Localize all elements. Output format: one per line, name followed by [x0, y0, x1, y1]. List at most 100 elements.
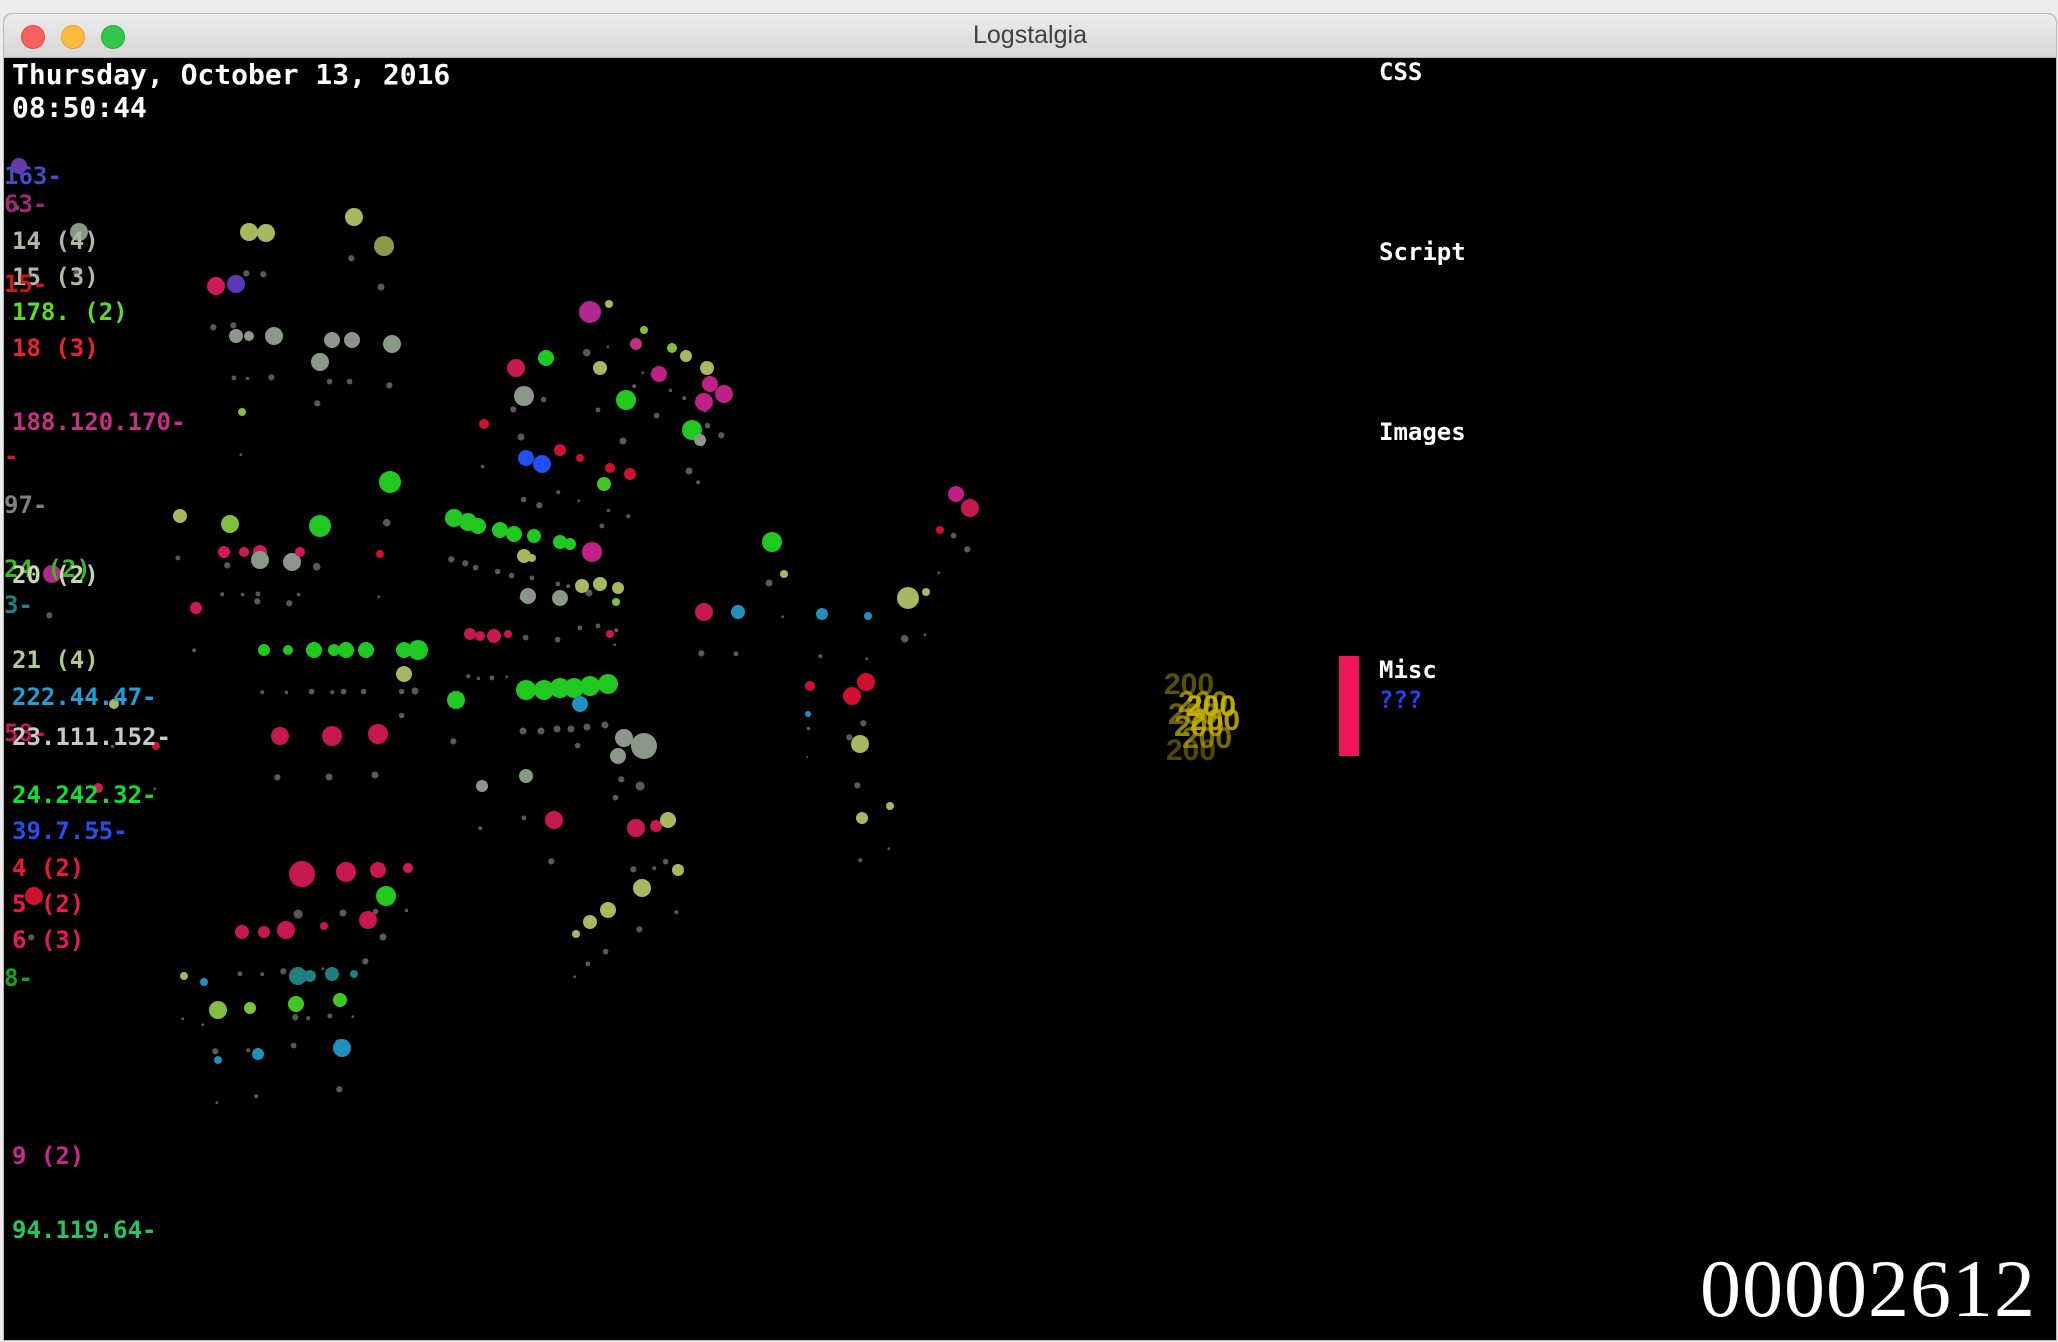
- request-ball-highlight: [377, 595, 381, 599]
- request-ball: [514, 386, 534, 406]
- request-ball-highlight: [696, 480, 701, 485]
- request-ball: [239, 547, 249, 557]
- request-ball: [700, 361, 714, 375]
- request-ball-highlight: [398, 712, 405, 719]
- request-ball-highlight: [698, 650, 705, 657]
- request-ball: [324, 332, 340, 348]
- request-ball: [948, 486, 964, 502]
- request-ball: [554, 444, 566, 456]
- request-ball: [630, 338, 642, 350]
- request-ball-highlight: [268, 374, 275, 381]
- request-ball: [922, 588, 930, 596]
- request-ball-highlight: [668, 388, 673, 393]
- request-ball-highlight: [411, 687, 419, 695]
- visualization-canvas[interactable]: Thursday, October 13, 2016 08:50:44 163-…: [4, 58, 2056, 1340]
- request-ball-highlight: [240, 592, 245, 597]
- request-ball-highlight: [312, 562, 321, 571]
- request-ball: [695, 603, 713, 621]
- request-ball-highlight: [254, 1094, 259, 1099]
- request-ball-highlight: [351, 1015, 355, 1019]
- request-ball-highlight: [290, 1042, 297, 1049]
- request-balls-layer: [11, 158, 979, 1105]
- host-label: -: [4, 442, 19, 470]
- host-label: 8-: [4, 964, 33, 992]
- request-ball-highlight: [371, 771, 379, 779]
- request-ball: [519, 769, 533, 783]
- host-label: 94.119.64-: [12, 1216, 157, 1244]
- request-ball: [856, 812, 868, 824]
- request-ball-highlight: [466, 674, 471, 679]
- request-ball-highlight: [632, 384, 637, 389]
- host-label: 24.242.32-: [12, 781, 157, 809]
- request-ball-highlight: [478, 826, 483, 831]
- request-ball: [564, 538, 576, 550]
- request-ball-highlight: [900, 634, 909, 643]
- request-ball: [575, 579, 589, 593]
- request-ball-highlight: [601, 721, 609, 729]
- request-ball: [304, 970, 316, 982]
- request-ball-highlight: [327, 1013, 333, 1019]
- request-ball: [244, 1002, 256, 1014]
- request-ball: [612, 582, 624, 594]
- request-ball: [350, 970, 358, 978]
- request-ball: [527, 529, 541, 543]
- request-ball-highlight: [614, 628, 619, 633]
- request-ball: [221, 515, 239, 533]
- request-ball: [396, 666, 412, 682]
- request-ball-highlight: [398, 688, 405, 695]
- request-ball: [731, 605, 745, 619]
- request-ball: [624, 468, 636, 480]
- request-ball-highlight: [245, 376, 250, 381]
- request-ball-highlight: [540, 396, 547, 403]
- request-ball: [258, 644, 270, 656]
- request-ball: [209, 1001, 227, 1019]
- request-ball-highlight: [192, 648, 197, 653]
- request-ball: [627, 819, 645, 837]
- request-ball: [805, 681, 815, 691]
- request-ball: [475, 631, 485, 641]
- request-ball-highlight: [239, 453, 243, 457]
- request-ball-highlight: [321, 967, 325, 971]
- request-ball-highlight: [260, 690, 265, 695]
- request-ball: [533, 455, 551, 473]
- request-ball: [600, 902, 616, 918]
- request-ball-highlight: [339, 909, 347, 917]
- host-label: 222.44.47-: [12, 683, 157, 711]
- request-ball: [207, 277, 225, 295]
- request-ball-highlight: [292, 1014, 299, 1021]
- request-ball-highlight: [480, 464, 485, 469]
- request-ball-highlight: [346, 378, 353, 385]
- request-ball: [936, 526, 944, 534]
- request-ball: [173, 509, 187, 523]
- request-ball-highlight: [636, 926, 643, 933]
- request-ball-highlight: [237, 971, 243, 977]
- request-ball-highlight: [46, 612, 53, 619]
- request-ball-highlight: [574, 742, 581, 749]
- request-ball: [651, 366, 667, 382]
- request-ball-highlight: [554, 636, 561, 643]
- host-label: 97-: [4, 491, 48, 519]
- request-ball: [244, 331, 254, 341]
- request-ball-highlight: [964, 546, 971, 553]
- request-ball-highlight: [662, 858, 669, 865]
- request-ball: [507, 359, 525, 377]
- title-bar[interactable]: Logstalgia: [4, 14, 2056, 58]
- request-ball: [538, 350, 554, 366]
- request-ball-highlight: [362, 958, 369, 965]
- request-ball: [358, 642, 374, 658]
- request-ball: [218, 546, 230, 558]
- request-ball: [359, 911, 377, 929]
- response-code-label: 200: [1166, 734, 1217, 767]
- host-label: 188.120.170-: [12, 408, 186, 436]
- request-ball-highlight: [336, 1086, 343, 1093]
- host-label: 18 (3): [12, 334, 99, 362]
- request-ball: [650, 820, 662, 832]
- request-ball: [667, 343, 677, 353]
- host-label: 63-: [4, 190, 48, 218]
- request-ball-highlight: [854, 782, 861, 789]
- request-ball-highlight: [619, 437, 627, 445]
- request-ball-highlight: [556, 490, 561, 495]
- request-ball-highlight: [641, 371, 645, 375]
- request-ball-highlight: [181, 1017, 185, 1021]
- request-ball: [633, 879, 651, 897]
